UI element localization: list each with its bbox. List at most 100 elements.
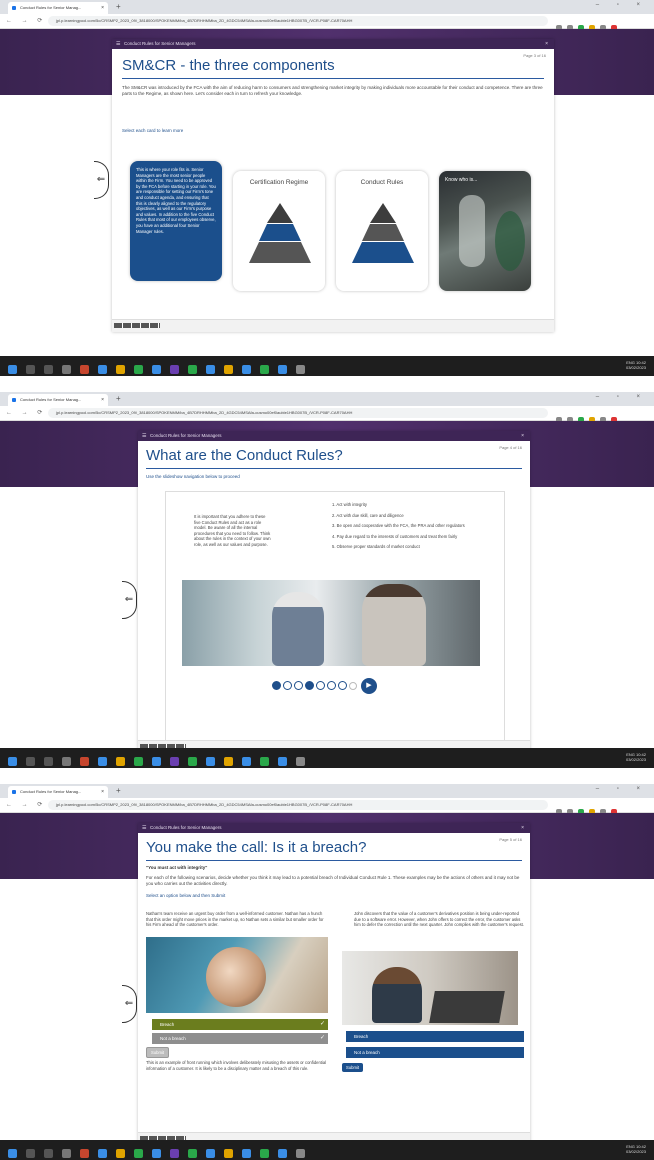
nav-buttons[interactable]: ← → ⟳ xyxy=(6,17,46,24)
option-breach-left[interactable]: Breach ✓ xyxy=(152,1019,328,1030)
player-close-icon[interactable]: × xyxy=(521,431,524,441)
app-icon[interactable] xyxy=(206,1149,215,1158)
app-icon[interactable] xyxy=(206,757,215,766)
close-tab-icon[interactable]: × xyxy=(101,786,104,798)
player-close-icon[interactable]: × xyxy=(545,39,548,49)
app-icon[interactable] xyxy=(242,757,251,766)
app-icon[interactable] xyxy=(278,757,287,766)
url-field[interactable]: jpl.p.learningpool.com/5c/CRSMP2_2023_09… xyxy=(48,16,548,26)
app-icon[interactable] xyxy=(260,365,269,374)
system-tray[interactable]: ENG 10:42 03/02/2023 xyxy=(626,360,646,370)
app-icon[interactable] xyxy=(62,1149,71,1158)
nav-buttons[interactable]: ← → ⟳ xyxy=(6,801,46,808)
app-icon[interactable] xyxy=(278,365,287,374)
app-icon[interactable] xyxy=(98,757,107,766)
app-icon[interactable] xyxy=(98,1149,107,1158)
slide-dot[interactable] xyxy=(349,681,357,690)
card-certification-regime[interactable]: Certification Regime xyxy=(233,171,325,291)
app-icon[interactable] xyxy=(242,1149,251,1158)
app-icon[interactable] xyxy=(170,365,179,374)
card-photo[interactable]: Know who is... xyxy=(439,171,531,291)
task-view-icon[interactable] xyxy=(44,757,53,766)
url-field[interactable]: jpl.p.learningpool.com/5c/CRSMP2_2023_09… xyxy=(48,800,548,810)
card-senior-managers[interactable]: This is where your role fits in. Senior … xyxy=(130,161,222,281)
url-field[interactable]: jpl.p.learningpool.com/5c/CRSMP2_2023_09… xyxy=(48,408,548,418)
app-icon[interactable] xyxy=(206,365,215,374)
windows-start-icon[interactable] xyxy=(8,365,17,374)
app-icon[interactable] xyxy=(62,757,71,766)
next-slide-button[interactable]: ▶ xyxy=(361,677,377,694)
task-view-icon[interactable] xyxy=(44,365,53,374)
slide-dot-active[interactable] xyxy=(305,681,314,691)
chrome-icon[interactable] xyxy=(134,1149,143,1158)
app-icon[interactable] xyxy=(188,1149,197,1158)
app-icon[interactable] xyxy=(260,757,269,766)
app-icon[interactable] xyxy=(242,365,251,374)
option-not-breach-right[interactable]: Not a breach xyxy=(346,1047,524,1058)
app-icon[interactable] xyxy=(152,365,161,374)
new-tab-button[interactable]: + xyxy=(116,2,121,12)
app-icon[interactable] xyxy=(296,757,305,766)
close-tab-icon[interactable]: × xyxy=(101,394,104,406)
option-breach-right[interactable]: Breach xyxy=(346,1031,524,1042)
browser-tab[interactable]: Conduct Rules for Senior Manag... × xyxy=(8,786,108,798)
system-tray[interactable]: ENG 10:42 03/02/2023 xyxy=(626,752,646,762)
browser-tab[interactable]: Conduct Rules for Senior Manag... × xyxy=(8,394,108,406)
chrome-icon[interactable] xyxy=(134,757,143,766)
new-tab-button[interactable]: + xyxy=(116,786,121,796)
app-icon[interactable] xyxy=(80,365,89,374)
search-icon[interactable] xyxy=(26,365,35,374)
slide-dot[interactable] xyxy=(327,681,336,691)
app-icon[interactable] xyxy=(296,365,305,374)
back-button[interactable]: ⇐ xyxy=(94,161,109,199)
app-icon[interactable] xyxy=(170,757,179,766)
slide-dot[interactable] xyxy=(272,681,281,691)
window-controls[interactable]: – ▫ × xyxy=(596,786,648,792)
menu-icon[interactable]: ☰ xyxy=(142,823,146,833)
app-icon[interactable] xyxy=(80,757,89,766)
back-button[interactable]: ⇐ xyxy=(122,985,137,1023)
folder-icon[interactable] xyxy=(116,757,125,766)
chrome-icon[interactable] xyxy=(134,365,143,374)
app-icon[interactable] xyxy=(224,1149,233,1158)
menu-icon[interactable]: ☰ xyxy=(142,431,146,441)
folder-icon[interactable] xyxy=(116,365,125,374)
browser-tab[interactable]: Conduct Rules for Senior Manag... × xyxy=(8,2,108,14)
submit-button-right[interactable]: Submit xyxy=(342,1063,364,1072)
search-icon[interactable] xyxy=(26,1149,35,1158)
window-controls[interactable]: – ▫ × xyxy=(596,2,648,8)
nav-buttons[interactable]: ← → ⟳ xyxy=(6,409,46,416)
windows-start-icon[interactable] xyxy=(8,1149,17,1158)
new-tab-button[interactable]: + xyxy=(116,394,121,404)
slide-dot[interactable] xyxy=(294,681,303,691)
back-button[interactable]: ⇐ xyxy=(122,581,137,619)
slide-dot[interactable] xyxy=(283,681,292,691)
player-close-icon[interactable]: × xyxy=(521,823,524,833)
app-icon[interactable] xyxy=(278,1149,287,1158)
app-icon[interactable] xyxy=(296,1149,305,1158)
window-controls[interactable]: – ▫ × xyxy=(596,394,648,400)
app-icon[interactable] xyxy=(98,365,107,374)
app-icon[interactable] xyxy=(224,365,233,374)
folder-icon[interactable] xyxy=(116,1149,125,1158)
app-icon[interactable] xyxy=(260,1149,269,1158)
windows-start-icon[interactable] xyxy=(8,757,17,766)
task-view-icon[interactable] xyxy=(44,1149,53,1158)
app-icon[interactable] xyxy=(224,757,233,766)
option-not-breach-left[interactable]: Not a breach ✓ xyxy=(152,1033,328,1044)
app-icon[interactable] xyxy=(80,1149,89,1158)
slide-dot[interactable] xyxy=(338,681,347,691)
close-tab-icon[interactable]: × xyxy=(101,2,104,14)
menu-icon[interactable]: ☰ xyxy=(116,39,120,49)
app-icon[interactable] xyxy=(188,365,197,374)
app-icon[interactable] xyxy=(62,365,71,374)
card-conduct-rules[interactable]: Conduct Rules xyxy=(336,171,428,291)
app-icon[interactable] xyxy=(170,1149,179,1158)
slide-dot[interactable] xyxy=(316,681,325,691)
app-icon[interactable] xyxy=(152,757,161,766)
search-icon[interactable] xyxy=(26,757,35,766)
system-tray[interactable]: ENG 10:42 03/02/2023 xyxy=(626,1144,646,1154)
app-icon[interactable] xyxy=(152,1149,161,1158)
app-icon[interactable] xyxy=(188,757,197,766)
submit-button-left[interactable]: Submit xyxy=(146,1047,170,1058)
